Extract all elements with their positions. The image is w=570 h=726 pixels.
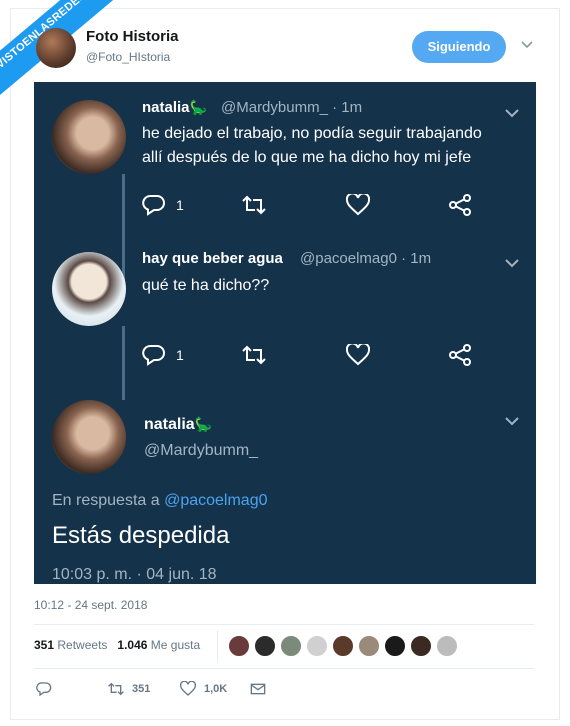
like-count: 1,0K [204,683,228,695]
tweet-time: · 1m [332,99,363,116]
post-date[interactable]: 10:12 - 24 sept. 2018 [34,598,147,612]
reply-icon [36,682,52,697]
heart-icon [346,344,370,366]
retweet-icon [242,345,266,365]
reply-count: 1 [176,197,184,213]
avatar[interactable] [332,635,354,657]
avatar[interactable] [306,635,328,657]
heart-icon [180,681,196,696]
avatar[interactable] [254,635,276,657]
thread-line [122,326,125,400]
tweet-text: qué te ha dicho?? [142,277,270,294]
following-button[interactable]: Siguiendo [412,31,506,63]
likes-label[interactable]: Me gusta [151,638,200,652]
embedded-screenshot: natalia🦕 @Mardybumm_ · 1m he dejado el t… [34,82,536,584]
avatar[interactable] [280,635,302,657]
reply-icon [142,344,165,366]
reply-count: 1 [176,347,184,363]
poster-handle[interactable]: @Foto_HIstoria [86,50,170,64]
poster-avatar[interactable] [36,28,76,68]
author-name: hay que beber agua [142,250,283,267]
author-handle: @Mardybumm_ · 1m [221,99,363,116]
message-button[interactable] [250,681,270,697]
author-name: natalia🦕 [142,99,207,116]
tweet-text: Estás despedida [52,522,230,549]
author-name: natalia🦕 [144,416,213,433]
likes-count[interactable]: 1.046 [117,638,147,652]
divider [34,668,534,669]
poster-name[interactable]: Foto Historia [86,28,179,45]
reply-icon [142,194,165,216]
retweet-count: 351 [132,683,151,695]
tweet-text: he dejado el trabajo, no podía seguir tr… [142,125,482,166]
retweet-icon [242,195,266,215]
avatar[interactable] [384,635,406,657]
retweet-button[interactable]: 351 [108,681,168,697]
avatar [52,400,126,474]
avatar [52,100,126,174]
reply-to-link: @pacoelmag0 [164,492,268,509]
heart-icon [346,194,370,216]
share-icon [449,194,471,216]
avatar[interactable] [410,635,432,657]
avatar [52,252,126,326]
retweet-icon [108,682,124,696]
chevron-down-icon[interactable] [520,38,534,52]
divider [217,630,218,662]
retweets-label[interactable]: Retweets [57,638,107,652]
share-icon [449,344,471,366]
chevron-down-icon [505,417,519,426]
avatar[interactable] [358,635,380,657]
avatar[interactable] [436,635,458,657]
dinosaur-emoji: 🦕 [189,99,207,115]
avatar[interactable] [228,635,250,657]
author-handle: @Mardybumm_ [144,442,259,459]
envelope-icon [250,683,266,695]
reply-button[interactable] [36,681,56,697]
tweet-time: · 1m [401,250,432,267]
author-handle: @pacoelmag0 · 1m [300,250,432,267]
like-button[interactable]: 1,0K [180,681,240,697]
engagement-stats: 351 Retweets 1.046 Me gusta [34,638,200,652]
divider [34,624,534,625]
dinosaur-emoji: 🦕 [194,416,213,432]
chevron-down-icon [505,109,519,118]
reply-context: En respuesta a @pacoelmag0 [52,492,268,509]
retweets-count[interactable]: 351 [34,638,54,652]
chevron-down-icon [505,259,519,268]
tweet-timestamp: 10:03 p. m. · 04 jun. 18 [52,566,217,583]
